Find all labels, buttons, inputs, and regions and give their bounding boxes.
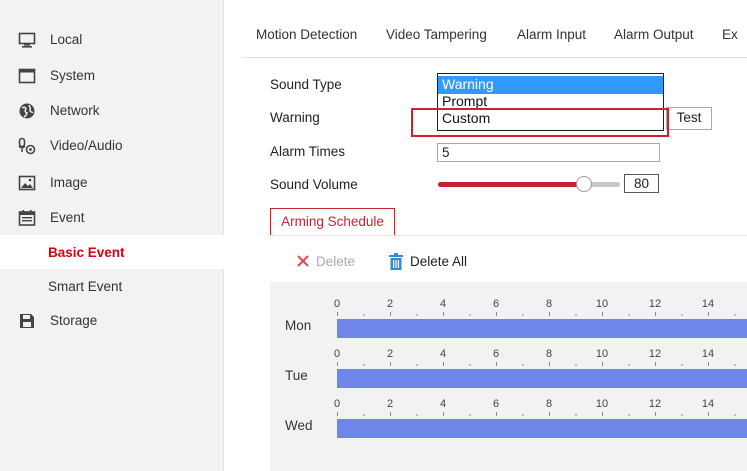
hour-tick-label: 0 bbox=[333, 348, 341, 360]
hour-tick-label: 14 bbox=[701, 348, 715, 360]
sidebar: Local System Network Video/Audio Image E… bbox=[0, 0, 224, 471]
sidebar-item-label: Image bbox=[50, 174, 88, 190]
tab-motion-detection[interactable]: Motion Detection bbox=[256, 27, 357, 42]
hour-tick-label: 2 bbox=[386, 298, 394, 310]
sidebar-item-label: Storage bbox=[50, 312, 98, 328]
trash-icon bbox=[389, 252, 403, 270]
calendar-icon bbox=[18, 210, 36, 226]
tab-exception[interactable]: Ex bbox=[722, 27, 738, 42]
sound-volume-value[interactable]: 80 bbox=[624, 174, 659, 193]
hour-tick-label: 12 bbox=[648, 298, 662, 310]
hour-tick-label: 12 bbox=[648, 348, 662, 360]
alarm-times-input[interactable]: 5 bbox=[437, 143, 660, 162]
sidebar-item-label: System bbox=[50, 67, 96, 83]
schedule-bar[interactable] bbox=[337, 419, 747, 438]
floppy-icon bbox=[20, 314, 34, 328]
hour-ticks bbox=[337, 412, 736, 416]
sidebar-item-image[interactable]: Image bbox=[0, 165, 224, 199]
hour-tick-label: 6 bbox=[492, 348, 500, 360]
delete-button[interactable]: Delete bbox=[296, 252, 355, 270]
window-icon bbox=[18, 68, 36, 84]
sidebar-item-label: Local bbox=[50, 31, 83, 47]
camera-mic-icon bbox=[18, 137, 36, 155]
globe-icon bbox=[19, 103, 35, 119]
sidebar-item-label: Video/Audio bbox=[50, 137, 123, 153]
hour-tick-label: 4 bbox=[439, 298, 447, 310]
tab-divider bbox=[242, 57, 747, 58]
hour-tick-label: 14 bbox=[701, 298, 715, 310]
hour-tick-label: 2 bbox=[386, 348, 394, 360]
sidebar-item-label: Smart Event bbox=[48, 278, 123, 294]
day-label: Wed bbox=[285, 418, 313, 433]
hour-tick-label: 6 bbox=[492, 398, 500, 410]
delete-all-button[interactable]: Delete All bbox=[388, 252, 467, 270]
tab-alarm-output[interactable]: Alarm Output bbox=[614, 27, 694, 42]
sidebar-item-network[interactable]: Network bbox=[0, 93, 224, 127]
sidebar-item-label: Event bbox=[50, 209, 85, 225]
delete-all-label: Delete All bbox=[410, 253, 468, 269]
schedule-divider bbox=[270, 235, 747, 236]
highlight-box bbox=[411, 108, 669, 137]
hour-tick-label: 0 bbox=[333, 298, 341, 310]
day-label: Mon bbox=[285, 318, 312, 333]
schedule-bar[interactable] bbox=[337, 319, 747, 338]
hour-tick-label: 12 bbox=[648, 398, 662, 410]
schedule-bar[interactable] bbox=[337, 369, 747, 388]
hour-tick-label: 2 bbox=[386, 398, 394, 410]
sidebar-item-basic-event[interactable]: Basic Event bbox=[0, 235, 224, 269]
close-icon bbox=[297, 255, 309, 267]
sound-type-option-warning[interactable]: Warning bbox=[438, 76, 663, 94]
sidebar-item-local[interactable]: Local bbox=[0, 22, 224, 56]
sidebar-item-video-audio[interactable]: Video/Audio bbox=[0, 128, 224, 162]
sidebar-item-system[interactable]: System bbox=[0, 58, 224, 92]
hour-tick-label: 4 bbox=[439, 348, 447, 360]
hour-tick-label: 10 bbox=[595, 348, 609, 360]
hour-tick-label: 10 bbox=[595, 298, 609, 310]
hour-tick-label: 8 bbox=[545, 298, 553, 310]
hour-tick-label: 8 bbox=[545, 348, 553, 360]
tab-arming-schedule[interactable]: Arming Schedule bbox=[270, 208, 395, 236]
image-icon bbox=[18, 175, 36, 191]
sidebar-item-event[interactable]: Event bbox=[0, 200, 224, 234]
hour-tick-label: 8 bbox=[545, 398, 553, 410]
hour-tick-label: 6 bbox=[492, 298, 500, 310]
hour-ticks bbox=[337, 362, 736, 366]
sound-volume-slider[interactable] bbox=[438, 176, 620, 192]
warning-label: Warning bbox=[270, 110, 320, 125]
sound-type-label: Sound Type bbox=[270, 77, 342, 92]
sidebar-item-label: Network bbox=[50, 102, 100, 118]
slider-fill bbox=[438, 182, 584, 187]
sidebar-item-label: Basic Event bbox=[48, 244, 125, 260]
sidebar-item-smart-event[interactable]: Smart Event bbox=[0, 269, 224, 303]
tab-video-tampering[interactable]: Video Tampering bbox=[386, 27, 487, 42]
sidebar-item-storage[interactable]: Storage bbox=[0, 303, 224, 337]
hour-tick-label: 14 bbox=[701, 398, 715, 410]
hour-tick-label: 10 bbox=[595, 398, 609, 410]
day-label: Tue bbox=[285, 368, 308, 383]
hour-tick-label: 4 bbox=[439, 398, 447, 410]
delete-label: Delete bbox=[316, 253, 356, 269]
hour-ticks bbox=[337, 312, 736, 316]
tab-alarm-input[interactable]: Alarm Input bbox=[517, 27, 586, 42]
alarm-times-label: Alarm Times bbox=[270, 144, 346, 159]
slider-thumb[interactable] bbox=[575, 176, 592, 192]
monitor-icon bbox=[18, 32, 36, 48]
sound-volume-label: Sound Volume bbox=[270, 177, 358, 192]
hour-tick-label: 0 bbox=[333, 398, 341, 410]
test-button[interactable]: Test bbox=[666, 107, 712, 130]
